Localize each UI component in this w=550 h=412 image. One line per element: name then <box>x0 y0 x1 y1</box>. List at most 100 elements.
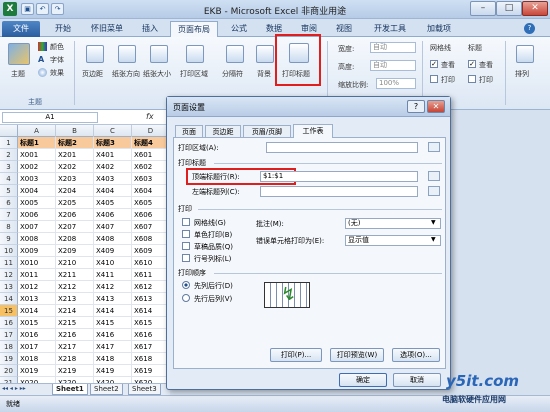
tab-addins[interactable]: 加载项 <box>420 21 458 37</box>
header-cell[interactable]: 标题4 <box>132 137 170 149</box>
background-button[interactable]: 背景 <box>257 69 271 79</box>
draft-checkbox[interactable] <box>182 242 190 250</box>
tab-home[interactable]: 开始 <box>48 21 78 37</box>
row-number[interactable]: 19 <box>0 353 18 365</box>
top-rows-picker-icon[interactable] <box>428 171 440 181</box>
row-number[interactable]: 4 <box>0 173 18 185</box>
table-cell[interactable]: X612 <box>132 281 170 293</box>
left-cols-picker-icon[interactable] <box>428 186 440 196</box>
table-cell[interactable]: X606 <box>132 209 170 221</box>
table-cell[interactable]: X014 <box>18 305 56 317</box>
table-cell[interactable]: X405 <box>94 197 132 209</box>
table-cell[interactable]: X407 <box>94 221 132 233</box>
orientation-button[interactable]: 纸张方向 <box>112 69 140 79</box>
row-number[interactable]: 1 <box>0 137 18 149</box>
tab-formulas[interactable]: 公式 <box>225 21 253 37</box>
table-cell[interactable]: X605 <box>132 197 170 209</box>
over-then-down-radio[interactable] <box>182 294 190 302</box>
size-icon[interactable] <box>150 45 168 63</box>
background-icon[interactable] <box>256 45 274 63</box>
table-cell[interactable]: X002 <box>18 161 56 173</box>
row-number[interactable]: 11 <box>0 257 18 269</box>
tab-developer[interactable]: 开发工具 <box>368 21 412 37</box>
row-number[interactable]: 16 <box>0 317 18 329</box>
sheet-tab-2[interactable]: Sheet2 <box>90 384 123 395</box>
left-cols-input[interactable] <box>260 186 418 197</box>
table-cell[interactable]: X207 <box>56 221 94 233</box>
table-cell[interactable]: X415 <box>94 317 132 329</box>
table-cell[interactable]: X211 <box>56 269 94 281</box>
table-cell[interactable]: X608 <box>132 233 170 245</box>
table-cell[interactable]: X614 <box>132 305 170 317</box>
table-cell[interactable]: X007 <box>18 221 56 233</box>
table-cell[interactable]: X019 <box>18 365 56 377</box>
colors-icon[interactable] <box>38 42 47 51</box>
column-header-c[interactable]: C <box>94 125 132 137</box>
table-cell[interactable]: X212 <box>56 281 94 293</box>
table-cell[interactable]: X619 <box>132 365 170 377</box>
table-cell[interactable]: X410 <box>94 257 132 269</box>
options-button[interactable]: 选项(O)... <box>392 348 440 362</box>
tab-page-layout[interactable]: 页面布局 <box>170 21 218 37</box>
close-button[interactable]: ✕ <box>522 1 548 16</box>
name-box[interactable]: A1 <box>2 112 98 123</box>
table-cell[interactable]: X414 <box>94 305 132 317</box>
help-icon[interactable]: ? <box>524 23 535 34</box>
table-cell[interactable]: X202 <box>56 161 94 173</box>
tab-sheet[interactable]: 工作表 <box>293 124 333 138</box>
table-cell[interactable]: X603 <box>132 173 170 185</box>
table-cell[interactable]: X017 <box>18 341 56 353</box>
table-cell[interactable]: X216 <box>56 329 94 341</box>
print-area-input[interactable] <box>266 142 418 153</box>
gridlines-checkbox[interactable] <box>182 218 190 226</box>
table-cell[interactable]: X616 <box>132 329 170 341</box>
column-header-b[interactable]: B <box>56 125 94 137</box>
table-cell[interactable]: X217 <box>56 341 94 353</box>
table-cell[interactable]: X206 <box>56 209 94 221</box>
table-cell[interactable]: X011 <box>18 269 56 281</box>
select-all-corner[interactable] <box>0 125 18 137</box>
table-cell[interactable]: X218 <box>56 353 94 365</box>
print-button[interactable]: 打印(P)... <box>270 348 322 362</box>
table-cell[interactable]: X412 <box>94 281 132 293</box>
table-cell[interactable]: X411 <box>94 269 132 281</box>
fonts-button[interactable]: 字体 <box>50 55 64 65</box>
gridlines-view-checkbox[interactable]: ✓ <box>430 60 438 68</box>
row-number[interactable]: 12 <box>0 269 18 281</box>
tab-insert[interactable]: 插入 <box>135 21 165 37</box>
table-cell[interactable]: X609 <box>132 245 170 257</box>
tab-scroll-arrows[interactable]: ◂◂ ◂ ▸ ▸▸ <box>2 385 26 392</box>
table-cell[interactable]: X006 <box>18 209 56 221</box>
table-cell[interactable]: X215 <box>56 317 94 329</box>
table-cell[interactable]: X015 <box>18 317 56 329</box>
theme-icon[interactable] <box>8 43 30 65</box>
maximize-button[interactable]: □ <box>496 1 522 16</box>
tab-file[interactable]: 文件 <box>2 21 40 37</box>
size-button[interactable]: 纸张大小 <box>143 69 171 79</box>
table-cell[interactable]: X005 <box>18 197 56 209</box>
fonts-icon[interactable]: A <box>38 55 47 64</box>
table-cell[interactable]: X613 <box>132 293 170 305</box>
table-cell[interactable]: X001 <box>18 149 56 161</box>
breaks-icon[interactable] <box>226 45 244 63</box>
table-cell[interactable]: X404 <box>94 185 132 197</box>
table-cell[interactable]: X201 <box>56 149 94 161</box>
header-cell[interactable]: 标题3 <box>94 137 132 149</box>
table-cell[interactable]: X009 <box>18 245 56 257</box>
tab-view[interactable]: 视图 <box>330 21 358 37</box>
cancel-button[interactable]: 取消 <box>393 373 441 387</box>
gridlines-print-checkbox[interactable] <box>430 75 438 83</box>
header-cell[interactable]: 标题2 <box>56 137 94 149</box>
row-number[interactable]: 2 <box>0 149 18 161</box>
print-area-picker-icon[interactable] <box>428 142 440 152</box>
ok-button[interactable]: 确定 <box>339 373 387 387</box>
table-cell[interactable]: X610 <box>132 257 170 269</box>
header-cell[interactable]: 标题1 <box>18 137 56 149</box>
table-cell[interactable]: X418 <box>94 353 132 365</box>
chevron-down-icon[interactable]: ▼ <box>431 236 436 243</box>
chevron-down-icon[interactable]: ▼ <box>431 219 436 226</box>
dialog-close-button[interactable]: ✕ <box>427 100 445 113</box>
row-number[interactable]: 10 <box>0 245 18 257</box>
table-cell[interactable]: X018 <box>18 353 56 365</box>
margins-icon[interactable] <box>86 45 104 63</box>
